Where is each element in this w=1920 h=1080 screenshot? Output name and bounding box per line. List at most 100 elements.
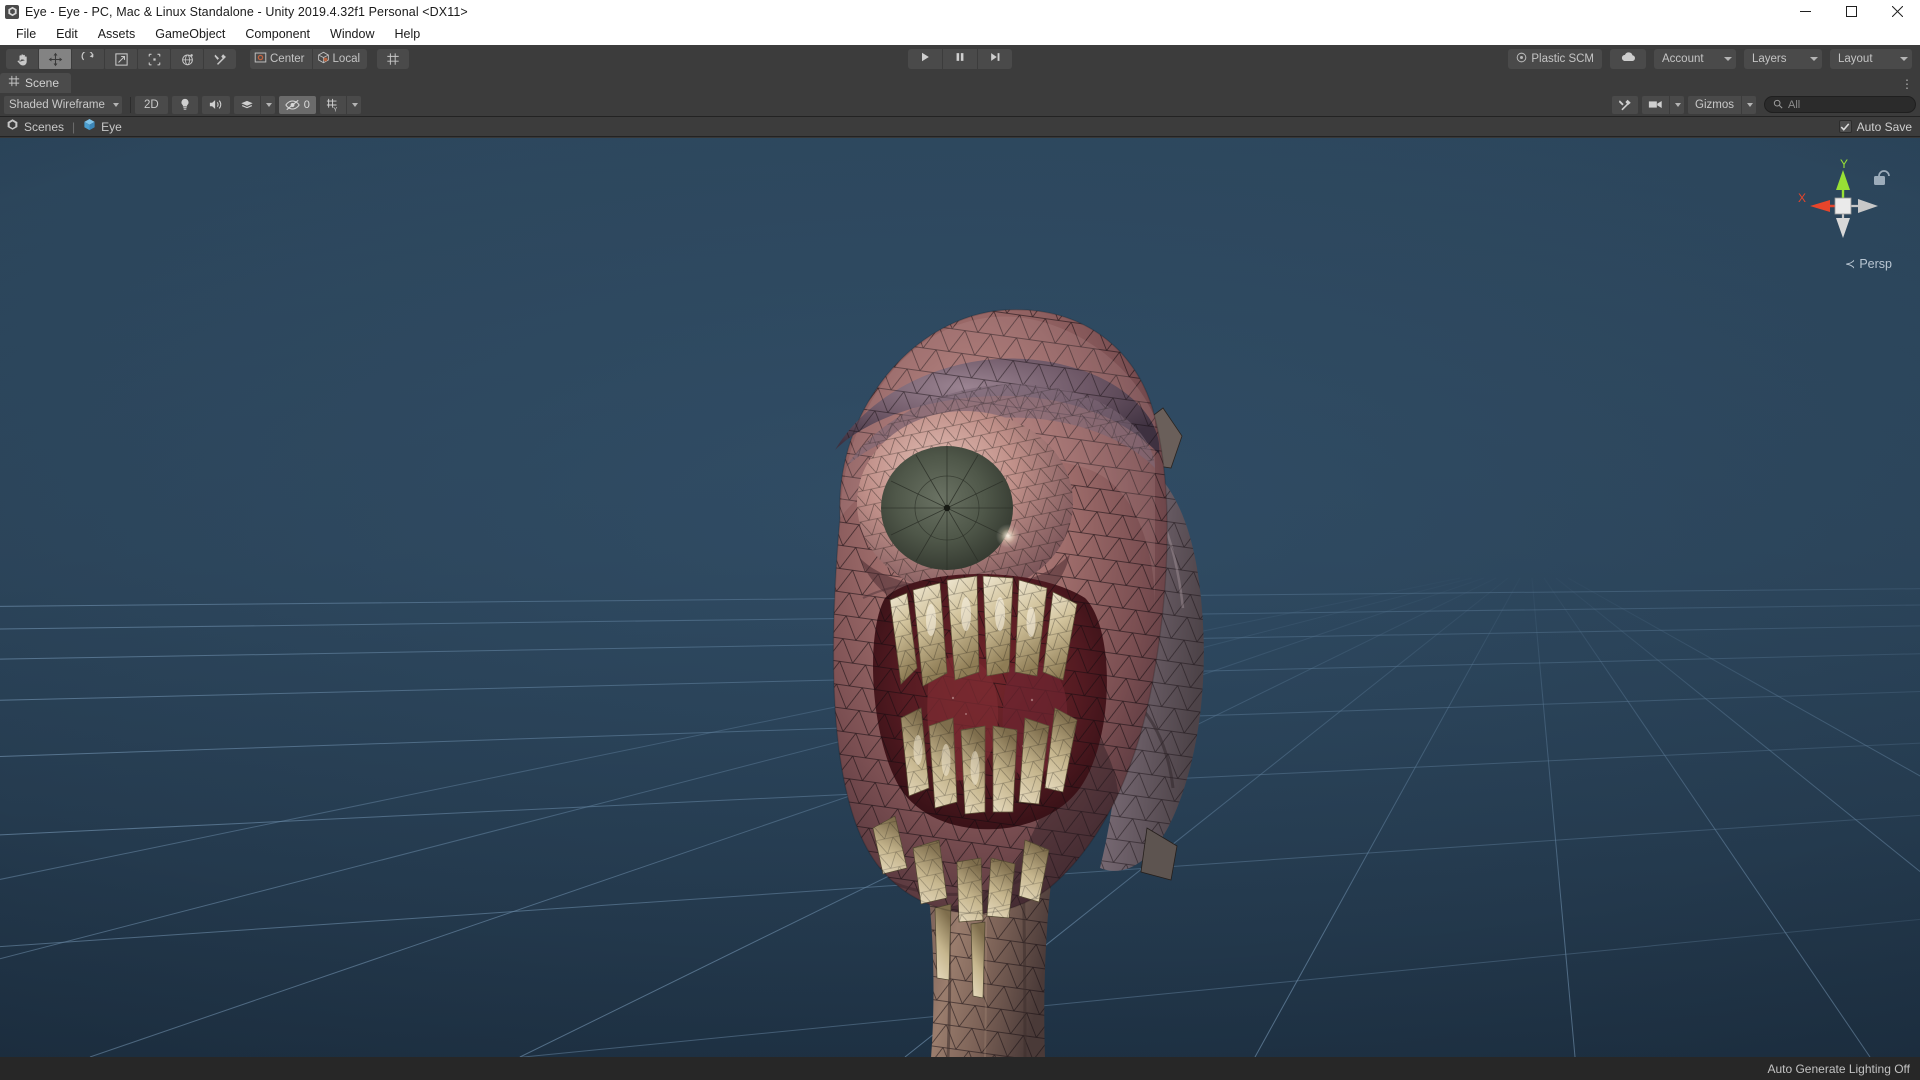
chevron-down-icon	[265, 102, 272, 107]
menu-assets[interactable]: Assets	[88, 25, 146, 43]
pivot-group: Center Local	[250, 49, 410, 69]
scene-orientation-gizmo[interactable]: Y X	[1788, 156, 1898, 261]
transform-tool-group	[6, 49, 236, 69]
pause-button[interactable]	[943, 49, 977, 69]
effects-toggle-button[interactable]	[233, 95, 260, 114]
eye-specular	[996, 524, 1020, 548]
gizmo-projection-mode[interactable]: ≺ Persp	[1844, 256, 1892, 272]
menu-file[interactable]: File	[6, 25, 46, 43]
wrench-icon	[213, 52, 228, 67]
toolbar-right-group: Plastic SCM Account Layers Layout	[1500, 49, 1912, 69]
transform-tool-button[interactable]	[171, 49, 203, 69]
hidden-objects-button[interactable]: 0	[278, 95, 316, 114]
pivot-rotation-label: Local	[332, 53, 361, 65]
scene-grid-dropdown[interactable]	[345, 95, 361, 114]
status-message: Auto Generate Lighting Off	[1767, 1061, 1910, 1076]
play-icon	[919, 50, 931, 68]
scene-tab-row: Scene ⋮	[0, 73, 1920, 93]
window-title: Eye - Eye - PC, Mac & Linux Standalone -…	[25, 4, 468, 19]
projection-label: Persp	[1859, 256, 1892, 271]
camera-icon	[1648, 99, 1663, 110]
local-rotation-icon	[317, 51, 330, 67]
lightbulb-icon	[179, 98, 191, 111]
layout-dropdown[interactable]: Layout	[1830, 49, 1912, 69]
window-controls	[1782, 0, 1920, 23]
minimize-icon[interactable]	[1782, 0, 1828, 23]
rotate-icon	[81, 51, 96, 67]
gizmos-label: Gizmos	[1695, 98, 1734, 111]
auto-save-checkbox[interactable]	[1838, 120, 1852, 133]
breadcrumb-object[interactable]: Eye	[83, 118, 122, 136]
scene-camera-dropdown[interactable]	[1669, 95, 1685, 114]
pivot-rotation-button[interactable]: Local	[312, 49, 368, 69]
scene-grid-icon	[8, 74, 20, 92]
scene-viewport[interactable]: Y X ≺ Persp	[0, 138, 1920, 1057]
scene-camera-button[interactable]	[1642, 95, 1670, 114]
unity-scene-icon	[6, 118, 19, 136]
auto-save-toggle[interactable]: Auto Save	[1838, 119, 1912, 134]
pivot-mode-button[interactable]: Center	[250, 49, 312, 69]
lighting-toggle-button[interactable]	[171, 95, 198, 114]
unity-editor-window: Eye - Eye - PC, Mac & Linux Standalone -…	[0, 0, 1920, 1080]
hand-icon	[15, 52, 30, 67]
menu-component[interactable]: Component	[235, 25, 320, 43]
breadcrumb-scenes[interactable]: Scenes	[6, 118, 64, 136]
rotate-tool-button[interactable]	[72, 49, 104, 69]
scale-tool-button[interactable]	[105, 49, 137, 69]
mode-2d-label: 2D	[144, 98, 159, 111]
svg-text:X: X	[1798, 191, 1806, 205]
chevron-down-icon	[113, 102, 119, 107]
panel-menu-icon[interactable]: ⋮	[1901, 77, 1914, 91]
tab-scene[interactable]: Scene	[0, 73, 72, 93]
grid-snap-button[interactable]	[377, 49, 410, 69]
step-icon	[989, 50, 1001, 68]
effects-dropdown[interactable]	[259, 95, 275, 114]
rect-tool-button[interactable]	[138, 49, 170, 69]
unity-icon	[5, 4, 19, 19]
toggle-2d-button[interactable]: 2D	[135, 95, 168, 114]
maximize-icon[interactable]	[1828, 0, 1874, 23]
menu-help[interactable]: Help	[384, 25, 430, 43]
audio-toggle-button[interactable]	[201, 95, 230, 114]
scene-tools-icon	[1618, 98, 1632, 112]
cube-icon	[83, 118, 96, 136]
chevron-down-icon	[1900, 57, 1908, 61]
toolbar-divider	[130, 96, 131, 113]
draw-mode-dropdown[interactable]: Shaded Wireframe	[4, 95, 122, 114]
gizmo-search-input[interactable]: All	[1764, 96, 1916, 113]
play-button[interactable]	[908, 49, 942, 69]
menu-gameobject[interactable]: GameObject	[145, 25, 235, 43]
chevron-down-icon	[351, 102, 358, 107]
main-toolbar: Center Local Plastic SCM Account Layers …	[0, 45, 1920, 73]
breadcrumb-object-label: Eye	[101, 119, 122, 134]
chevron-down-icon	[1675, 102, 1682, 107]
hand-tool-button[interactable]	[6, 49, 38, 69]
step-button[interactable]	[978, 49, 1012, 69]
layers-dropdown[interactable]: Layers	[1744, 49, 1822, 69]
chevron-down-icon	[1810, 57, 1818, 61]
menu-edit[interactable]: Edit	[46, 25, 88, 43]
plastic-scm-button[interactable]: Plastic SCM	[1508, 49, 1602, 69]
projection-prefix: ≺	[1844, 257, 1856, 271]
close-icon[interactable]	[1874, 0, 1920, 23]
auto-save-label: Auto Save	[1856, 119, 1912, 134]
gizmos-dropdown[interactable]	[1741, 95, 1756, 114]
pivot-mode-label: Center	[270, 53, 305, 65]
speaker-icon	[209, 98, 223, 111]
move-tool-button[interactable]	[39, 49, 71, 69]
move-icon	[48, 52, 63, 67]
cloud-button[interactable]	[1610, 49, 1646, 69]
custom-editor-tool-button[interactable]	[204, 49, 236, 69]
layers-label: Layers	[1752, 53, 1787, 65]
scene-toolbar-right: Gizmos All	[1612, 95, 1916, 114]
scene-grid-button[interactable]: Y	[319, 95, 346, 114]
menu-bar: File Edit Assets GameObject Component Wi…	[0, 23, 1920, 45]
gizmos-button[interactable]: Gizmos	[1688, 95, 1741, 114]
scene-tools-button[interactable]	[1612, 95, 1639, 114]
model-eye-creature[interactable]	[685, 268, 1245, 1057]
menu-window[interactable]: Window	[320, 25, 384, 43]
account-dropdown[interactable]: Account	[1654, 49, 1736, 69]
center-pivot-icon	[254, 51, 267, 67]
tab-scene-label: Scene	[25, 76, 60, 90]
pause-icon	[954, 50, 966, 68]
